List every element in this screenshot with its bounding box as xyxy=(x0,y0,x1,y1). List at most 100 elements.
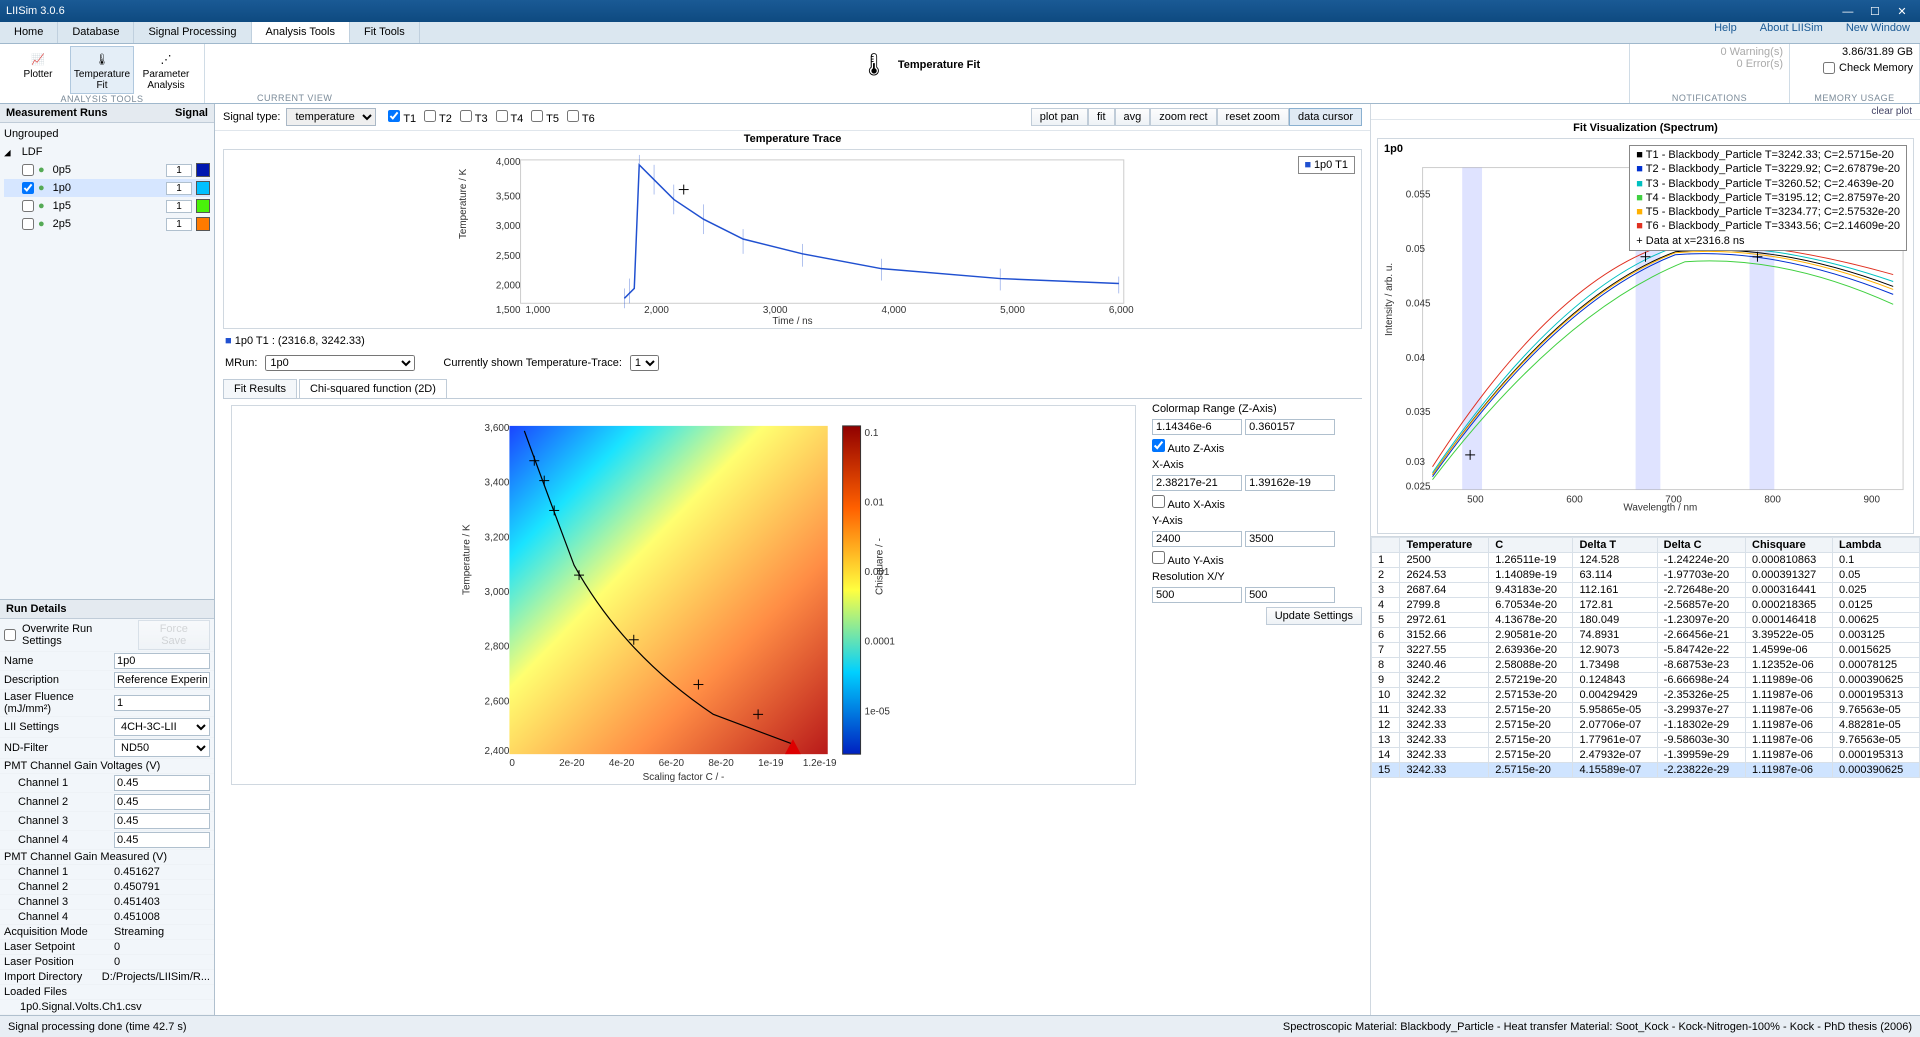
minimize-icon[interactable]: — xyxy=(1836,6,1860,18)
table-row[interactable]: 22624.531.14089e-1963.114-1.97703e-200.0… xyxy=(1372,568,1920,583)
fit-visualization-chart[interactable]: 1p0 Intensity / arb. u. Wavelength / nm xyxy=(1377,138,1914,534)
z-min-input[interactable] xyxy=(1152,419,1242,435)
rd-select[interactable]: ND50 xyxy=(114,739,210,757)
tool-data-cursor[interactable]: data cursor xyxy=(1289,108,1362,126)
parameter-analysis-button[interactable]: ⋰ Parameter Analysis xyxy=(134,46,198,94)
signal-spin[interactable] xyxy=(166,218,192,231)
about-link[interactable]: About LIISim xyxy=(1750,18,1833,38)
table-row[interactable]: 83240.462.58088e-201.73498-8.68753e-231.… xyxy=(1372,658,1920,673)
tool-plot-pan[interactable]: plot pan xyxy=(1031,108,1088,126)
t-checkbox[interactable] xyxy=(531,110,543,122)
mrun-select[interactable]: 1p0 xyxy=(265,355,415,371)
update-settings-button[interactable]: Update Settings xyxy=(1266,607,1362,625)
svg-text:4,000: 4,000 xyxy=(882,305,907,316)
subtab-fit-results[interactable]: Fit Results xyxy=(223,379,297,398)
rd-input[interactable] xyxy=(114,672,210,688)
table-row[interactable]: 123242.332.5715e-202.07706e-07-1.18302e-… xyxy=(1372,718,1920,733)
force-save-button[interactable]: Force Save xyxy=(138,620,210,650)
run-row[interactable]: ● 1p0 xyxy=(4,179,210,197)
analysis-tools-caption: ANALYSIS TOOLS xyxy=(6,94,198,104)
runs-tree[interactable]: Ungrouped ◢ LDF ● 0p5 ● 1p0 ● 1p5 ● 2p5 xyxy=(0,123,214,235)
gain-input[interactable] xyxy=(114,775,210,791)
chi-squared-chart[interactable]: Temperature / K Scaling factor C / - Chi… xyxy=(231,405,1136,785)
tool-avg[interactable]: avg xyxy=(1115,108,1151,126)
tab-analysis-tools[interactable]: Analysis Tools xyxy=(252,22,351,43)
table-row[interactable]: 143242.332.5715e-202.47932e-07-1.39959e-… xyxy=(1372,748,1920,763)
x-max-input[interactable] xyxy=(1245,475,1335,491)
table-row[interactable]: 113242.332.5715e-205.95865e-05-3.29937e-… xyxy=(1372,703,1920,718)
auto-x-checkbox[interactable] xyxy=(1152,495,1165,508)
help-link[interactable]: Help xyxy=(1704,18,1747,38)
iteration-table[interactable]: TemperatureCDelta TDelta CChisquareLambd… xyxy=(1371,537,1920,778)
signal-spin[interactable] xyxy=(166,200,192,213)
x-min-input[interactable] xyxy=(1152,475,1242,491)
auto-y-checkbox[interactable] xyxy=(1152,551,1165,564)
table-row[interactable]: 63152.662.90581e-2074.8931-2.66456e-213.… xyxy=(1372,628,1920,643)
svg-text:3,000: 3,000 xyxy=(485,587,510,598)
rd-input[interactable] xyxy=(114,695,210,711)
y-max-input[interactable] xyxy=(1245,531,1335,547)
temperature-trace-chart[interactable]: Temperature / K Time / ns 4,000 3,500 3,… xyxy=(223,149,1362,329)
rd-input[interactable] xyxy=(114,653,210,669)
t-checkbox[interactable] xyxy=(496,110,508,122)
svg-text:0.055: 0.055 xyxy=(1406,189,1431,200)
run-checkbox[interactable] xyxy=(22,200,34,212)
color-swatch[interactable] xyxy=(196,163,210,177)
res-y-input[interactable] xyxy=(1245,587,1335,603)
shown-trace-select[interactable]: 1 xyxy=(630,355,659,371)
res-x-input[interactable] xyxy=(1152,587,1242,603)
auto-z-checkbox[interactable] xyxy=(1152,439,1165,452)
t-checkbox[interactable] xyxy=(567,110,579,122)
z-max-input[interactable] xyxy=(1245,419,1335,435)
gain-input[interactable] xyxy=(114,813,210,829)
color-swatch[interactable] xyxy=(196,199,210,213)
maximize-icon[interactable]: ☐ xyxy=(1863,5,1887,18)
table-row[interactable]: 32687.649.43183e-20112.161-2.72648e-200.… xyxy=(1372,583,1920,598)
close-icon[interactable]: ✕ xyxy=(1890,5,1914,18)
table-row[interactable]: 125001.26511e-19124.528-1.24224e-200.000… xyxy=(1372,553,1920,568)
new-window-link[interactable]: New Window xyxy=(1836,18,1920,38)
run-checkbox[interactable] xyxy=(22,182,34,194)
run-checkbox[interactable] xyxy=(22,164,34,176)
t-checkbox[interactable] xyxy=(388,110,400,122)
table-row[interactable]: 103242.322.57153e-200.00429429-2.35326e-… xyxy=(1372,688,1920,703)
gain-input[interactable] xyxy=(114,794,210,810)
tab-home[interactable]: Home xyxy=(0,22,58,43)
run-row[interactable]: ● 0p5 xyxy=(4,161,210,179)
signal-type-select[interactable]: temperature xyxy=(286,108,376,126)
y-min-input[interactable] xyxy=(1152,531,1242,547)
svg-text:3,600: 3,600 xyxy=(485,423,510,434)
table-row[interactable]: 133242.332.5715e-201.77961e-07-9.58603e-… xyxy=(1372,733,1920,748)
t-checkbox[interactable] xyxy=(460,110,472,122)
run-row[interactable]: ● 1p5 xyxy=(4,197,210,215)
table-row[interactable]: 93242.22.57219e-200.124843-6.66698e-241.… xyxy=(1372,673,1920,688)
check-memory-checkbox[interactable] xyxy=(1823,62,1835,74)
color-swatch[interactable] xyxy=(196,181,210,195)
group-ldf[interactable]: ◢ LDF xyxy=(4,143,210,161)
overwrite-checkbox[interactable] xyxy=(4,629,16,641)
tab-signal-processing[interactable]: Signal Processing xyxy=(134,22,251,43)
color-swatch[interactable] xyxy=(196,217,210,231)
gain-input[interactable] xyxy=(114,832,210,848)
t-checkbox[interactable] xyxy=(424,110,436,122)
rd-select[interactable]: 4CH-3C-LII xyxy=(114,718,210,736)
run-checkbox[interactable] xyxy=(22,218,34,230)
table-row[interactable]: 42799.86.70534e-20172.81-2.56857e-200.00… xyxy=(1372,598,1920,613)
table-row[interactable]: 73227.552.63936e-2012.9073-5.84742e-221.… xyxy=(1372,643,1920,658)
subtab-chi-squared[interactable]: Chi-squared function (2D) xyxy=(299,379,447,398)
run-row[interactable]: ● 2p5 xyxy=(4,215,210,233)
tab-database[interactable]: Database xyxy=(58,22,134,43)
tool-fit[interactable]: fit xyxy=(1088,108,1115,126)
svg-text:6e-20: 6e-20 xyxy=(659,758,685,769)
table-row[interactable]: 52972.614.13678e-20180.049-1.23097e-200.… xyxy=(1372,613,1920,628)
clear-plot-link[interactable]: clear plot xyxy=(1371,104,1920,120)
tool-zoom-rect[interactable]: zoom rect xyxy=(1150,108,1216,126)
signal-spin[interactable] xyxy=(166,182,192,195)
tool-reset-zoom[interactable]: reset zoom xyxy=(1217,108,1289,126)
table-row[interactable]: 153242.332.5715e-204.15589e-07-2.23822e-… xyxy=(1372,763,1920,778)
group-ungrouped[interactable]: Ungrouped xyxy=(4,125,210,143)
tab-fit-tools[interactable]: Fit Tools xyxy=(350,22,420,43)
signal-spin[interactable] xyxy=(166,164,192,177)
temperature-fit-button[interactable]: 🌡 Temperature Fit xyxy=(70,46,134,94)
plotter-button[interactable]: 📈 Plotter xyxy=(6,46,70,94)
